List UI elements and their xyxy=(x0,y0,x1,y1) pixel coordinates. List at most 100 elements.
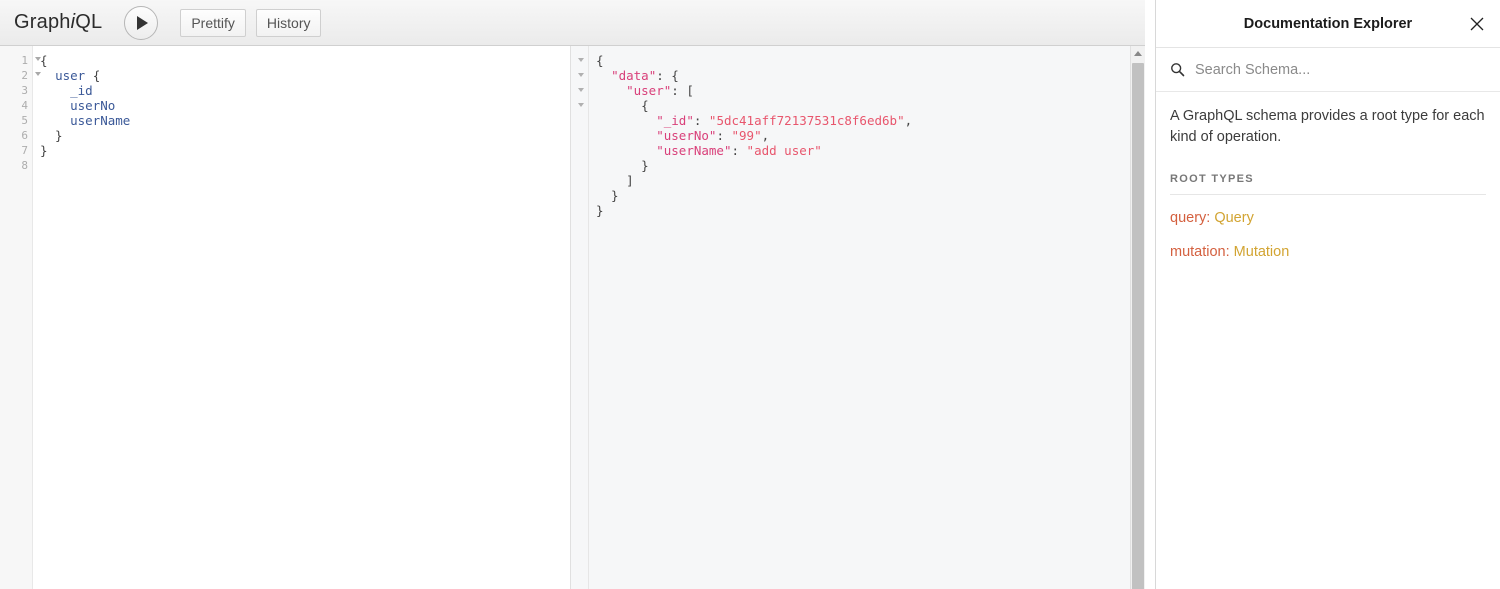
play-icon xyxy=(137,15,149,30)
q-code-line: _id xyxy=(40,83,570,98)
r-token-str: "add user" xyxy=(746,143,822,158)
r-token-punct xyxy=(596,83,626,98)
q-token-field: userNo xyxy=(70,98,116,113)
r-token-punct xyxy=(596,128,656,143)
page-scrollbar[interactable] xyxy=(1130,46,1145,589)
q-code-line: } xyxy=(40,143,570,158)
r-token-punct: } xyxy=(596,158,649,173)
q-code-line: { xyxy=(40,53,570,68)
docs-search-row[interactable] xyxy=(1156,48,1500,92)
r-token-key: "user" xyxy=(626,83,672,98)
prettify-button[interactable]: Prettify xyxy=(180,8,246,37)
r-token-punct: , xyxy=(904,113,913,128)
r-token-key: "userName" xyxy=(656,143,732,158)
root-type-field-name: query: xyxy=(1170,210,1215,227)
q-token-punct: } xyxy=(40,128,63,143)
result-gutter-line xyxy=(571,188,588,203)
result-gutter-line xyxy=(571,113,588,128)
q-token-punct xyxy=(40,83,70,98)
q-token-punct: } xyxy=(40,143,48,158)
query-editor-pane[interactable]: 123 4 5 6 7 8 { user { _id userNo userName }} xyxy=(0,46,571,589)
query-line-number: 5 xyxy=(21,114,28,127)
graphiql-main: GraphiQL Prettify History 123 4 5 6 7 8 { use… xyxy=(0,0,1145,589)
fold-triangle-icon[interactable] xyxy=(578,88,584,92)
fold-triangle-icon[interactable] xyxy=(35,72,41,76)
root-type-row: query: Query xyxy=(1170,209,1486,228)
query-line-number: 3 xyxy=(21,84,28,97)
r-token-key: "userNo" xyxy=(656,128,717,143)
r-token-punct: ] xyxy=(596,173,634,188)
docs-title: Documentation Explorer xyxy=(1243,15,1413,32)
query-line-number: 8 xyxy=(21,159,28,172)
r-token-str: "99" xyxy=(731,128,762,143)
r-token-punct: : { xyxy=(656,68,679,83)
q-token-field: _id xyxy=(70,83,93,98)
r-token-punct: , xyxy=(761,128,770,143)
query-line-number: 1 xyxy=(0,53,41,68)
q-token-punct xyxy=(40,113,70,128)
result-gutter-line xyxy=(571,83,588,98)
root-type-link[interactable]: Mutation xyxy=(1234,244,1290,260)
q-code-line: userNo xyxy=(40,98,570,113)
documentation-explorer: Documentation Explorer A GraphQL schema … xyxy=(1155,0,1500,589)
r-token-punct xyxy=(596,143,656,158)
history-button[interactable]: History xyxy=(255,8,322,37)
result-gutter-line xyxy=(571,53,588,68)
root-type-field-name: mutation: xyxy=(1170,244,1234,260)
root-type-link[interactable]: Query xyxy=(1214,210,1254,226)
r-code-line: "userNo": "99", xyxy=(596,128,1145,143)
fold-triangle-icon[interactable] xyxy=(578,58,584,62)
r-token-punct: : xyxy=(716,128,732,143)
q-token-punct xyxy=(40,98,70,113)
query-line-number: 4 xyxy=(21,99,28,112)
r-token-key: "data" xyxy=(611,68,657,83)
editor-panes: 123 4 5 6 7 8 { user { _id userNo userName }}… xyxy=(0,46,1145,589)
r-code-line: { xyxy=(596,98,1145,113)
q-token-punct: { xyxy=(40,53,48,68)
graphiql-logo: GraphiQL xyxy=(14,11,102,34)
result-gutter-line xyxy=(571,173,588,188)
query-line-number-gutter: 123 4 5 6 7 8 xyxy=(0,46,41,589)
r-code-line: "userName": "add user" xyxy=(596,143,1145,158)
result-viewer-pane[interactable]: { "data": { "user": [ { "_id": "5dc41aff… xyxy=(571,46,1145,589)
r-token-punct xyxy=(596,113,656,128)
toolbar: GraphiQL Prettify History xyxy=(0,0,1145,46)
fold-triangle-icon[interactable] xyxy=(578,103,584,107)
r-token-key: "_id" xyxy=(656,113,694,128)
fold-triangle-icon[interactable] xyxy=(578,73,584,77)
search-icon xyxy=(1170,62,1185,77)
q-code-line: } xyxy=(40,128,570,143)
search-schema-input[interactable] xyxy=(1193,60,1486,79)
execute-query-button[interactable] xyxy=(124,5,159,40)
schema-description: A GraphQL schema provides a root type fo… xyxy=(1170,108,1485,145)
docs-header: Documentation Explorer xyxy=(1156,0,1500,48)
q-code-line: userName xyxy=(40,113,570,128)
root-type-row: mutation: Mutation xyxy=(1170,243,1486,262)
section-divider xyxy=(1170,194,1486,196)
r-token-punct: { xyxy=(596,53,604,68)
logo-prefix: Graph xyxy=(14,11,71,33)
r-token-punct: : xyxy=(731,143,747,158)
root-types-heading: ROOT TYPES xyxy=(1170,173,1254,186)
r-code-line: "_id": "5dc41aff72137531c8f6ed6b", xyxy=(596,113,1145,128)
scrollbar-thumb[interactable] xyxy=(1132,63,1144,589)
fold-triangle-icon[interactable] xyxy=(35,57,41,61)
result-gutter-line xyxy=(571,158,588,173)
result-fold-gutter xyxy=(571,46,589,589)
r-code-line: "user": [ xyxy=(596,83,1145,98)
result-gutter-line xyxy=(571,68,588,83)
r-token-punct xyxy=(596,68,611,83)
r-code-line: } xyxy=(596,203,1145,218)
graphiql-app: GraphiQL Prettify History 123 4 5 6 7 8 { use… xyxy=(0,0,1500,589)
r-code-line: { xyxy=(596,53,1145,68)
root-types-list: query: Query mutation: Mutation xyxy=(1170,209,1486,262)
scroll-up-icon[interactable] xyxy=(1134,51,1142,56)
close-icon[interactable] xyxy=(1468,15,1486,33)
r-token-punct: : xyxy=(693,113,709,128)
r-code-line: ] xyxy=(596,173,1145,188)
result-gutter-line xyxy=(571,98,588,113)
q-token-field: userName xyxy=(70,113,131,128)
r-code-line: } xyxy=(596,158,1145,173)
q-token-punct: { xyxy=(85,68,101,83)
query-editor-code[interactable]: { user { _id userNo userName }} xyxy=(33,46,570,589)
